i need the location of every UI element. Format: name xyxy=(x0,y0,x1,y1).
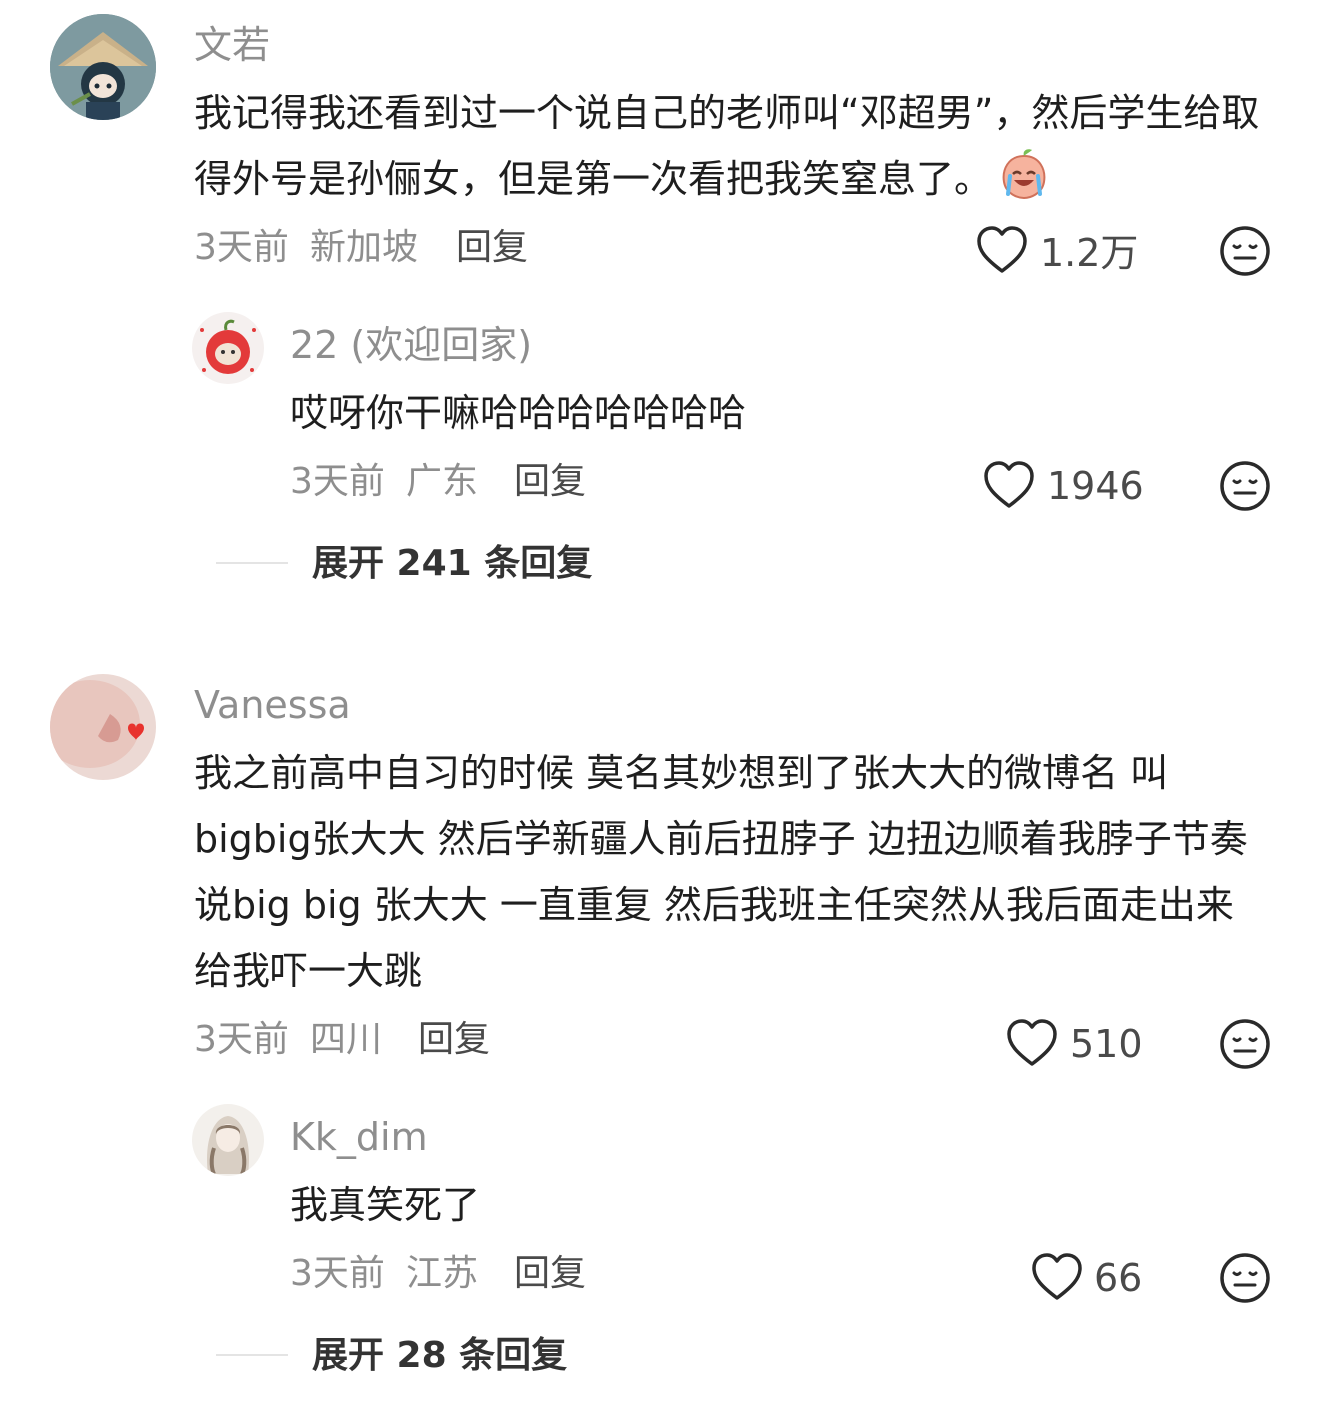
reply-author-name[interactable]: 22 (欢迎回家) xyxy=(290,326,532,364)
like-count: 510 xyxy=(1070,1022,1143,1066)
reply-text: 我真笑死了 xyxy=(290,1183,481,1227)
reply-location: 广东 xyxy=(406,461,479,502)
neutral-face-icon[interactable] xyxy=(1219,1252,1271,1304)
expand-divider xyxy=(216,1354,288,1356)
heart-outline-icon[interactable] xyxy=(976,225,1028,275)
avatar[interactable] xyxy=(192,1104,264,1176)
avatar[interactable] xyxy=(50,14,156,120)
expand-replies-button[interactable]: 展开 28 条回复 xyxy=(312,1338,567,1374)
like-count: 66 xyxy=(1094,1256,1143,1300)
expand-replies-button[interactable]: 展开 241 条回复 xyxy=(312,546,592,582)
comment-body: 我记得我还看到过一个说自己的老师叫“邓超男”，然后学生给取得外号是孙俪女，但是第… xyxy=(194,80,1264,212)
heart-outline-icon[interactable] xyxy=(983,460,1035,510)
avatar[interactable] xyxy=(192,312,264,384)
like-count: 1.2万 xyxy=(1040,231,1139,275)
reply-time: 3天前 xyxy=(290,1253,385,1294)
reply-button[interactable]: 回复 xyxy=(514,1256,586,1292)
like-count: 1946 xyxy=(1047,464,1144,508)
reply-time: 3天前 xyxy=(290,461,385,502)
heart-outline-icon[interactable] xyxy=(1006,1018,1058,1068)
heart-outline-icon[interactable] xyxy=(1031,1252,1083,1302)
avatar[interactable] xyxy=(50,674,156,780)
reply-button[interactable]: 回复 xyxy=(514,464,586,500)
expand-divider xyxy=(216,562,288,564)
neutral-face-icon[interactable] xyxy=(1219,225,1271,277)
comment-location: 新加坡 xyxy=(310,227,419,268)
comment-author-name[interactable]: 文若 xyxy=(194,26,270,64)
comment-time: 3天前 xyxy=(194,227,289,268)
comment-author-name[interactable]: Vanessa xyxy=(194,686,351,724)
reply-button[interactable]: 回复 xyxy=(456,230,528,266)
reply-location: 江苏 xyxy=(406,1253,479,1294)
comment-text: 我记得我还看到过一个说自己的老师叫“邓超男”，然后学生给取得外号是孙俪女，但是第… xyxy=(194,91,1260,201)
comment-time: 3天前 xyxy=(194,1019,289,1060)
reply-button[interactable]: 回复 xyxy=(418,1022,490,1058)
neutral-face-icon[interactable] xyxy=(1219,460,1271,512)
reply-text: 哎呀你干嘛哈哈哈哈哈哈哈 xyxy=(290,391,747,435)
neutral-face-icon[interactable] xyxy=(1219,1018,1271,1070)
crying-laughing-peach-emoji xyxy=(996,146,1052,202)
reply-author-name[interactable]: Kk_dim xyxy=(290,1118,428,1156)
comment-text: 我之前高中自习的时候 莫名其妙想到了张大大的微博名 叫 bigbig张大大 然后… xyxy=(194,751,1248,993)
comment-location: 四川 xyxy=(310,1019,383,1060)
